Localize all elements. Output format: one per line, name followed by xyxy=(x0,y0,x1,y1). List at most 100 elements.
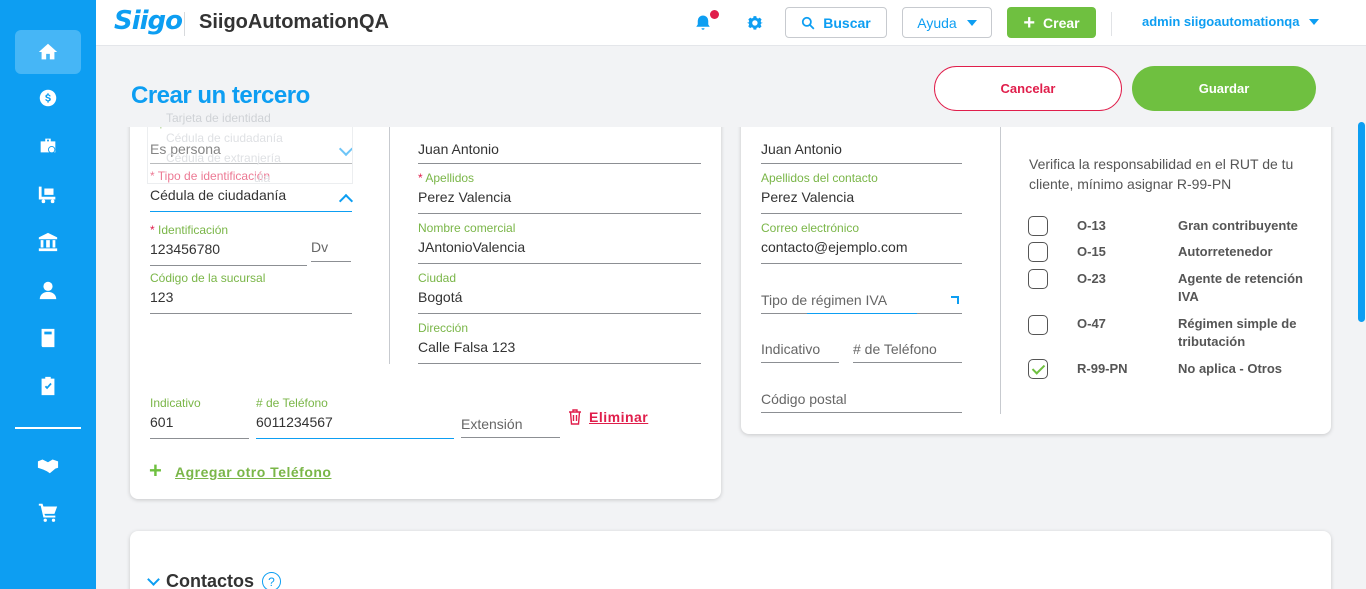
apellidos-contacto-field[interactable]: Apellidos del contacto Perez Valencia xyxy=(761,171,962,214)
help-label: Ayuda xyxy=(917,14,957,31)
nombres-underline xyxy=(418,163,701,164)
nombres-contacto-underline xyxy=(761,163,962,164)
handshake-icon[interactable] xyxy=(15,443,81,487)
indicativo-contacto-underline xyxy=(761,362,839,363)
rut-desc: Agente de retención IVA xyxy=(1178,271,1303,304)
contactos-title: Contactos xyxy=(166,571,255,589)
ciudad-field[interactable]: Ciudad Bogotá xyxy=(418,271,701,314)
telefono-contacto-underline xyxy=(853,362,962,363)
dv-field[interactable]: Dv xyxy=(311,239,351,262)
rut-code: O-23 xyxy=(1077,271,1106,286)
contactos-section-header[interactable]: Contactos ? xyxy=(147,571,282,589)
ghost-option: ula xyxy=(254,171,271,185)
indicativo-contacto-field[interactable]: Indicativo xyxy=(761,341,839,363)
apellidos-contacto-underline xyxy=(761,213,962,214)
bell-icon[interactable] xyxy=(694,14,712,32)
cart-icon[interactable] xyxy=(15,490,81,534)
nombre-comercial-field[interactable]: Nombre comercial JAntonioValencia xyxy=(418,221,701,264)
extension-placeholder: Extensión xyxy=(461,416,523,432)
cancel-button[interactable]: Cancelar xyxy=(934,66,1122,111)
apellidos-value: Perez Valencia xyxy=(418,189,512,205)
caret-down-icon xyxy=(1309,18,1320,25)
rut-desc: No aplica - Otros xyxy=(1178,361,1283,376)
sidebar-divider xyxy=(15,427,81,429)
indicativo-underline xyxy=(150,438,249,439)
add-phone-link[interactable]: Agregar otro Teléfono xyxy=(175,464,331,480)
extension-underline xyxy=(461,437,560,438)
dollar-icon[interactable] xyxy=(15,76,81,120)
correo-label: Correo electrónico xyxy=(761,221,860,235)
ghost-option: Tarjeta de identidad xyxy=(166,111,271,125)
scrollbar-thumb[interactable] xyxy=(1358,122,1365,322)
bank-icon[interactable] xyxy=(15,220,81,264)
home-icon[interactable] xyxy=(15,30,81,74)
briefcase-icon[interactable] xyxy=(15,124,81,168)
rut-instructions: Verifica la responsabilidad en el RUT de… xyxy=(1029,156,1294,192)
comercial-label: Nombre comercial xyxy=(418,221,516,235)
sucursal-value: 123 xyxy=(150,289,174,305)
save-button[interactable]: Guardar xyxy=(1132,66,1316,111)
clipboard-icon[interactable] xyxy=(15,364,81,408)
checkbox-o-47[interactable] xyxy=(1028,315,1048,335)
codigo-postal-field[interactable]: Código postal xyxy=(761,391,962,413)
comercial-underline xyxy=(418,263,701,264)
telefono-label: # de Teléfono xyxy=(256,396,328,410)
correo-value: contacto@ejemplo.com xyxy=(761,239,908,255)
search-button[interactable]: Buscar xyxy=(785,7,887,38)
help-icon[interactable]: ? xyxy=(262,572,282,589)
loading-spinner-icon xyxy=(951,296,959,304)
trash-icon[interactable] xyxy=(568,409,582,425)
rut-code: O-15 xyxy=(1077,244,1106,259)
correo-field[interactable]: Correo electrónico contacto@ejemplo.com xyxy=(761,221,962,264)
gear-icon[interactable] xyxy=(746,14,764,32)
correo-underline xyxy=(761,263,962,264)
nombres-contacto-field[interactable]: Nombres del contacto Juan Antonio xyxy=(761,121,962,164)
search-icon xyxy=(802,16,815,29)
dv-underline xyxy=(311,261,351,262)
user-menu[interactable]: admin siigoautomationqa xyxy=(1142,14,1320,29)
telefono-contacto-field[interactable]: # de Teléfono xyxy=(853,341,962,363)
direccion-underline xyxy=(418,363,701,364)
rut-desc: Régimen simple de tributación xyxy=(1178,316,1297,349)
logo-divider xyxy=(184,12,185,36)
checkbox-o-13[interactable] xyxy=(1028,216,1048,236)
identificacion-field[interactable]: Identificación 123456780 xyxy=(150,223,307,266)
delete-phone-link[interactable]: Eliminar xyxy=(589,409,648,425)
extension-field[interactable]: Extensión xyxy=(461,416,560,438)
tipo-id-underline xyxy=(150,211,352,212)
plus-icon: + xyxy=(1023,11,1036,34)
identificacion-value: 123456780 xyxy=(150,241,221,257)
caret-down-icon xyxy=(966,19,977,26)
regimen-iva-select[interactable]: Tipo de régimen IVA xyxy=(761,292,962,314)
create-button[interactable]: + Crear xyxy=(1007,7,1096,38)
apellidos-underline xyxy=(418,213,701,214)
plus-icon[interactable]: + xyxy=(149,460,162,482)
search-label: Buscar xyxy=(823,14,871,31)
direccion-value: Calle Falsa 123 xyxy=(418,339,516,355)
nombres-contacto-value: Juan Antonio xyxy=(761,141,842,157)
ghost-option: Cédula de ciudadanía xyxy=(166,131,283,145)
book-icon[interactable] xyxy=(15,316,81,360)
comercial-value: JAntonioValencia xyxy=(418,239,526,255)
nombres-field[interactable]: Nombres Juan Antonio xyxy=(418,121,701,164)
sucursal-field[interactable]: Código de la sucursal 123 xyxy=(150,271,352,314)
apellidos-contacto-value: Perez Valencia xyxy=(761,189,855,205)
checkbox-r-99-pn[interactable] xyxy=(1028,359,1048,379)
apellidos-field[interactable]: Apellidos Perez Valencia xyxy=(418,171,701,214)
telefono-underline xyxy=(256,438,454,439)
telefono-field[interactable]: # de Teléfono 6011234567 xyxy=(256,396,454,439)
checkbox-o-15[interactable] xyxy=(1028,242,1048,262)
telefono-contacto-placeholder: # de Teléfono xyxy=(853,341,937,357)
person-icon[interactable] xyxy=(15,268,81,312)
indicativo-label: Indicativo xyxy=(150,396,201,410)
regimen-underline xyxy=(761,313,962,314)
sucursal-label: Código de la sucursal xyxy=(150,271,266,285)
truck-icon[interactable] xyxy=(15,172,81,216)
direccion-field[interactable]: Dirección Calle Falsa 123 xyxy=(418,321,701,364)
help-dropdown[interactable]: Ayuda xyxy=(902,7,992,38)
siigo-logo[interactable]: Siigo xyxy=(114,6,183,36)
page-title: Crear un tercero xyxy=(131,82,310,109)
sucursal-underline xyxy=(150,313,352,314)
indicativo-field[interactable]: Indicativo 601 xyxy=(150,396,249,439)
checkbox-o-23[interactable] xyxy=(1028,269,1048,289)
